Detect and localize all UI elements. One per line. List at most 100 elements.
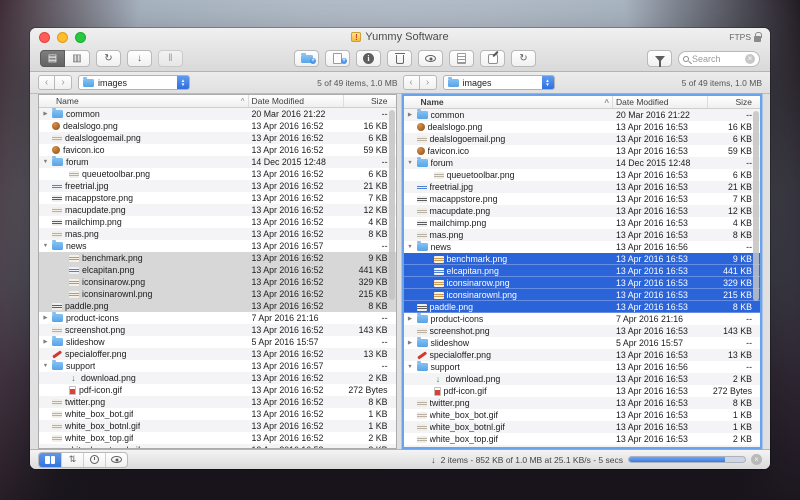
file-row[interactable]: specialoffer.png13 Apr 2016 16:5313 KB [404, 349, 761, 361]
file-row[interactable]: ↓download.png13 Apr 2016 16:522 KB [39, 372, 396, 384]
file-row[interactable]: freetrial.jpg13 Apr 2016 16:5321 KB [404, 181, 761, 193]
minimize-button[interactable] [57, 32, 68, 43]
left-folder-dropdown[interactable]: images ▲▼ [78, 75, 190, 90]
file-row[interactable]: ↓download.png13 Apr 2016 16:532 KB [404, 373, 761, 385]
file-row[interactable]: macappstore.png13 Apr 2016 16:537 KB [404, 193, 761, 205]
name-column-header[interactable]: Name ^ [404, 96, 614, 108]
close-button[interactable] [39, 32, 50, 43]
stop-transfer-button[interactable]: × [751, 454, 762, 465]
file-row[interactable]: ▼forum14 Dec 2015 12:48-- [404, 157, 761, 169]
file-row[interactable]: favicon.ico13 Apr 2016 16:5359 KB [404, 145, 761, 157]
disclosure-collapsed-icon[interactable]: ▶ [42, 111, 49, 117]
file-row[interactable]: paddle.png13 Apr 2016 16:538 KB [404, 301, 761, 313]
file-row[interactable]: specialoffer.png13 Apr 2016 16:5213 KB [39, 348, 396, 360]
file-row[interactable]: freetrial.jpg13 Apr 2016 16:5221 KB [39, 180, 396, 192]
file-row[interactable]: ▼news13 Apr 2016 16:57-- [39, 240, 396, 252]
queue-button[interactable] [449, 50, 474, 67]
disclosure-collapsed-icon[interactable]: ▶ [42, 339, 49, 345]
scrollbar-thumb[interactable] [753, 111, 759, 301]
file-row[interactable]: dealslogoemail.png13 Apr 2016 16:526 KB [39, 132, 396, 144]
file-row[interactable]: dealslogoemail.png13 Apr 2016 16:536 KB [404, 133, 761, 145]
refresh-button[interactable]: ↻ [96, 50, 121, 67]
file-row[interactable]: mas.png13 Apr 2016 16:528 KB [39, 228, 396, 240]
file-row[interactable]: ▶common20 Mar 2016 21:22-- [404, 109, 761, 121]
file-row[interactable]: mailchimp.png13 Apr 2016 16:524 KB [39, 216, 396, 228]
file-row[interactable]: macappstore.png13 Apr 2016 16:527 KB [39, 192, 396, 204]
disclosure-collapsed-icon[interactable]: ▶ [42, 315, 49, 321]
file-row[interactable]: white_box_topnl.gif13 Apr 2016 16:532 KB [404, 445, 761, 447]
file-row[interactable]: screenshot.png13 Apr 2016 16:53143 KB [404, 325, 761, 337]
file-row[interactable]: iconsinarow.png13 Apr 2016 16:53329 KB [404, 277, 761, 289]
search-input[interactable] [692, 54, 742, 64]
list-view-button[interactable]: ▤ [40, 50, 65, 67]
zoom-button[interactable] [75, 32, 86, 43]
transfer-sort-button[interactable]: ⇅ [61, 453, 83, 467]
back-button[interactable]: ‹ [38, 75, 55, 90]
file-row[interactable]: twitter.png13 Apr 2016 16:528 KB [39, 396, 396, 408]
disclosure-expanded-icon[interactable]: ▼ [42, 243, 49, 249]
file-row[interactable]: white_box_top.gif13 Apr 2016 16:522 KB [39, 432, 396, 444]
file-row[interactable]: benchmark.png13 Apr 2016 16:539 KB [404, 253, 761, 265]
file-row[interactable]: white_box_topnl.gif13 Apr 2016 16:522 KB [39, 444, 396, 448]
disclosure-collapsed-icon[interactable]: ▶ [407, 112, 414, 118]
history-button[interactable] [83, 453, 105, 467]
sync-button[interactable]: ↻ [511, 50, 536, 67]
search-field[interactable]: × [678, 51, 760, 67]
get-info-button[interactable]: i [356, 50, 381, 67]
filter-button[interactable] [647, 50, 672, 67]
forward-button[interactable]: › [55, 75, 72, 90]
file-row[interactable]: paddle.png13 Apr 2016 16:528 KB [39, 300, 396, 312]
clear-search-icon[interactable]: × [745, 54, 755, 64]
file-row[interactable]: dealslogo.png13 Apr 2016 16:5216 KB [39, 120, 396, 132]
file-row[interactable]: queuetoolbar.png13 Apr 2016 16:536 KB [404, 169, 761, 181]
disclosure-expanded-icon[interactable]: ▼ [42, 363, 49, 369]
column-view-button[interactable]: ▥ [65, 50, 90, 67]
file-row[interactable]: iconsinarow.png13 Apr 2016 16:52329 KB [39, 276, 396, 288]
file-row[interactable]: dealslogo.png13 Apr 2016 16:5316 KB [404, 121, 761, 133]
file-row[interactable]: iconsinarownl.png13 Apr 2016 16:53215 KB [404, 289, 761, 301]
disclosure-expanded-icon[interactable]: ▼ [42, 159, 49, 165]
preview-button[interactable] [418, 50, 443, 67]
file-row[interactable]: iconsinarownl.png13 Apr 2016 16:52215 KB [39, 288, 396, 300]
file-row[interactable]: white_box_botnl.gif13 Apr 2016 16:521 KB [39, 420, 396, 432]
file-row[interactable]: mas.png13 Apr 2016 16:538 KB [404, 229, 761, 241]
file-row[interactable]: favicon.ico13 Apr 2016 16:5259 KB [39, 144, 396, 156]
file-row[interactable]: macupdate.png13 Apr 2016 16:5312 KB [404, 205, 761, 217]
file-row[interactable]: ▶slideshow5 Apr 2016 15:57-- [404, 337, 761, 349]
disclosure-collapsed-icon[interactable]: ▶ [407, 316, 414, 322]
size-column-header[interactable]: Size [344, 95, 396, 107]
pause-button[interactable]: ‖ [158, 50, 183, 67]
new-folder-button[interactable]: + [294, 50, 319, 67]
dual-pane-button[interactable] [39, 453, 61, 467]
back-button[interactable]: ‹ [403, 75, 420, 90]
file-row[interactable]: elcapitan.png13 Apr 2016 16:53441 KB [404, 265, 761, 277]
new-file-button[interactable]: + [325, 50, 350, 67]
forward-button[interactable]: › [420, 75, 437, 90]
file-row[interactable]: screenshot.png13 Apr 2016 16:52143 KB [39, 324, 396, 336]
edit-button[interactable] [480, 50, 505, 67]
file-row[interactable]: ▶product-icons7 Apr 2016 21:16-- [404, 313, 761, 325]
disclosure-expanded-icon[interactable]: ▼ [407, 364, 414, 370]
scrollbar-thumb[interactable] [389, 110, 395, 300]
file-row[interactable]: white_box_bot.gif13 Apr 2016 16:531 KB [404, 409, 761, 421]
file-row[interactable]: twitter.png13 Apr 2016 16:538 KB [404, 397, 761, 409]
date-column-header[interactable]: Date Modified [613, 96, 708, 108]
file-row[interactable]: ▶common20 Mar 2016 21:22-- [39, 108, 396, 120]
file-row[interactable]: pdf-icon.gif13 Apr 2016 16:52272 Bytes [39, 384, 396, 396]
file-row[interactable]: elcapitan.png13 Apr 2016 16:52441 KB [39, 264, 396, 276]
disclosure-expanded-icon[interactable]: ▼ [407, 244, 414, 250]
file-row[interactable]: ▶slideshow5 Apr 2016 15:57-- [39, 336, 396, 348]
file-row[interactable]: white_box_bot.gif13 Apr 2016 16:521 KB [39, 408, 396, 420]
download-button[interactable]: ↓ [127, 50, 152, 67]
size-column-header[interactable]: Size [708, 96, 760, 108]
date-column-header[interactable]: Date Modified [249, 95, 344, 107]
file-row[interactable]: ▼support13 Apr 2016 16:56-- [404, 361, 761, 373]
file-row[interactable]: pdf-icon.gif13 Apr 2016 16:53272 Bytes [404, 385, 761, 397]
file-row[interactable]: white_box_botnl.gif13 Apr 2016 16:531 KB [404, 421, 761, 433]
file-row[interactable]: ▼support13 Apr 2016 16:57-- [39, 360, 396, 372]
file-row[interactable]: queuetoolbar.png13 Apr 2016 16:526 KB [39, 168, 396, 180]
right-folder-dropdown[interactable]: images ▲▼ [443, 75, 555, 90]
file-row[interactable]: macupdate.png13 Apr 2016 16:5212 KB [39, 204, 396, 216]
disclosure-collapsed-icon[interactable]: ▶ [407, 340, 414, 346]
name-column-header[interactable]: Name ^ [39, 95, 249, 107]
